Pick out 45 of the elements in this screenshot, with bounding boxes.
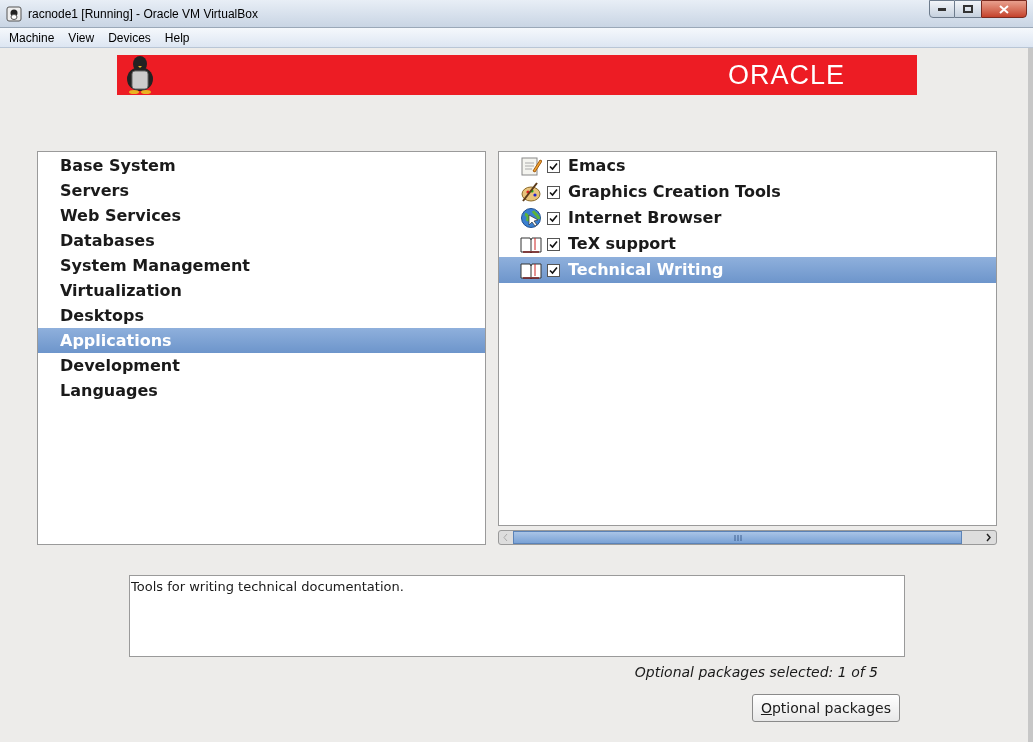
checkbox[interactable] [547,185,560,199]
group-item[interactable]: Development [38,353,485,378]
menu-item[interactable]: View [63,28,100,47]
palette-brush-icon [520,181,542,203]
optional-packages-button[interactable]: Optional packages [751,694,900,722]
package-label: Internet Browser [568,207,722,229]
description-text: Tools for writing technical documentation. [131,579,404,594]
group-item[interactable]: Servers [38,178,485,203]
menu-item[interactable]: Help [159,28,195,47]
minimize-icon [938,7,946,11]
menu-item[interactable]: Devices [103,28,156,47]
scroll-thumb[interactable] [513,531,962,544]
horizontal-scrollbar[interactable] [498,530,997,545]
oracle-logo: ORACLE [727,58,845,92]
close-icon [999,4,1009,14]
group-item[interactable]: Base System [38,153,485,178]
group-item[interactable]: Languages [38,378,485,403]
selection-status: Optional packages selected: 1 of 5 [634,663,878,682]
notepad-pencil-icon [520,155,542,177]
group-item[interactable]: Desktops [38,303,485,328]
app-icon [6,5,22,22]
group-item[interactable]: Web Services [38,203,485,228]
package-label: TeX support [568,233,676,255]
checkbox[interactable] [547,159,560,173]
package-item[interactable]: TeX support [499,231,996,257]
close-button[interactable] [981,0,1027,18]
minimize-button[interactable] [929,0,955,18]
menu-item[interactable]: Machine [4,28,60,47]
grip-icon [733,534,742,541]
package-item[interactable]: Internet Browser [499,205,996,231]
checkbox[interactable] [547,263,560,277]
group-item[interactable]: Databases [38,228,485,253]
package-label: Emacs [568,155,626,177]
maximize-icon [963,5,973,13]
window-title: racnode1 [Running] - Oracle VM VirtualBox [28,5,258,23]
maximize-button[interactable] [955,0,981,18]
package-item[interactable]: Emacs [499,153,996,179]
package-label: Technical Writing [568,259,724,281]
checkbox[interactable] [547,211,560,225]
package-item[interactable]: Graphics Creation Tools [499,179,996,205]
group-item[interactable]: Virtualization [38,278,485,303]
group-item[interactable]: System Management [38,253,485,278]
package-label: Graphics Creation Tools [568,181,781,203]
globe-cursor-icon [520,207,542,229]
checkbox[interactable] [547,237,560,251]
